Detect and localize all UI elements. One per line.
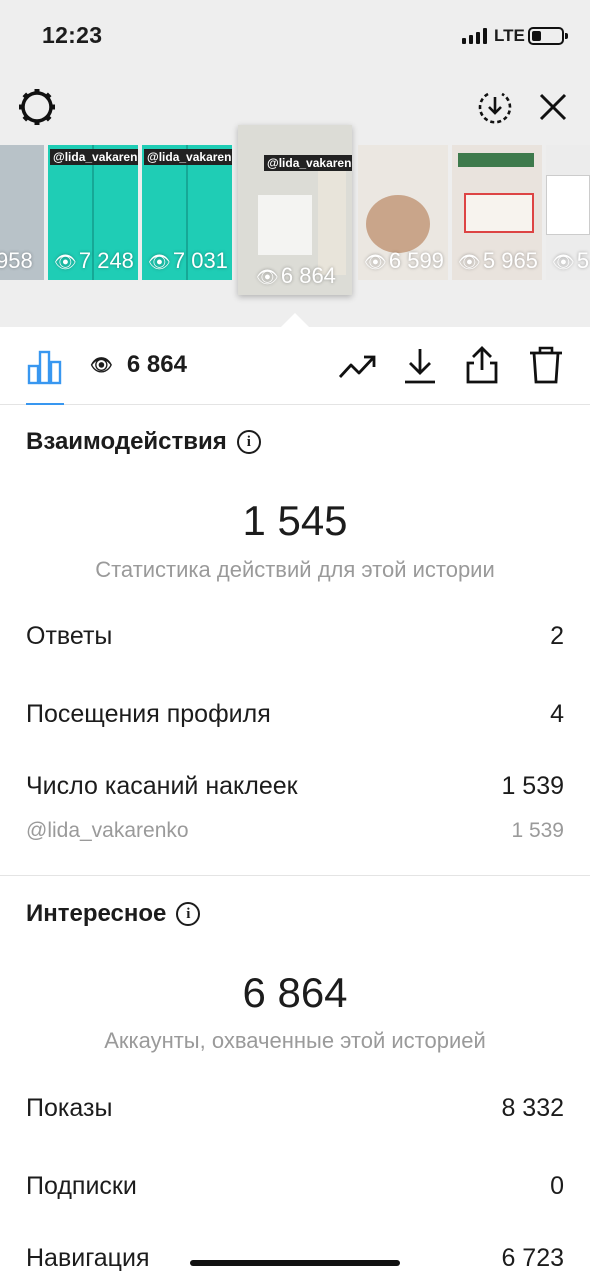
thumbnail-handle: @lida_vakarenko [50,149,138,165]
status-time: 12:23 [42,22,103,48]
stat-label: Ответы [26,622,113,650]
thumbnail-views: 958 [0,248,33,273]
thumbnail-views: 👁6 864 [256,263,336,288]
stat-row-impressions: Показы 8 332 [26,1094,564,1123]
selected-pointer [281,313,309,327]
status-bar: 12:23 LTE [0,0,590,72]
stat-row-follows: Подписки 0 [26,1172,564,1201]
eye-icon: 👁 [90,354,113,375]
stat-value: 6 723 [501,1244,564,1272]
story-thumbnail[interactable]: @lida_vakarenko 👁7 248 [48,145,138,280]
close-icon [539,93,567,121]
stat-label: @lida_vakarenko [26,819,189,842]
story-thumbnail[interactable]: @lida_vakarenko 👁7 031 [142,145,232,280]
thumbnail-views: 👁5 965 [458,248,538,273]
thumbnail-views: 👁6 599 [364,248,444,273]
interactions-caption: Статистика действий для этой истории [95,557,495,582]
stat-row-mention-sticker: @lida_vakarenko 1 539 [26,819,564,843]
delete-button[interactable] [526,343,566,387]
thumbnail-handle: @lida_vakarenko [264,155,352,171]
stat-value: 1 539 [501,772,564,800]
interactions-total: 1 545 [242,497,348,544]
thumbnail-views: 👁5 [552,248,590,273]
stat-value: 2 [550,622,564,650]
story-thumbnail-selected[interactable]: @lida_vakarenko 👁6 864 [238,125,352,295]
stat-value: 4 [550,700,564,728]
info-icon[interactable]: i [176,902,201,926]
stat-label: Подписки [26,1172,137,1200]
gear-icon [19,89,55,125]
stat-label: Число касаний наклеек [26,772,298,800]
insights-toolbar: 👁 6 864 [0,327,590,405]
close-button[interactable] [532,86,574,128]
stat-value: 0 [550,1172,564,1200]
download-icon [405,349,435,384]
thumbnail-handle: @lida_vakarenko [144,149,232,165]
promote-button[interactable] [336,347,380,387]
thumbnail-views: 👁7 031 [148,248,228,273]
stat-row-profile-visits: Посещения профиля 4 [26,700,564,729]
story-thumbnail[interactable]: 👁5 965 [452,145,542,280]
stat-label: Посещения профиля [26,700,271,728]
save-story-button[interactable] [474,86,516,128]
story-thumbnail[interactable]: 👁5 [546,145,590,280]
story-views-value: 6 864 [126,351,187,378]
stat-value: 1 539 [511,819,564,842]
stat-label: Показы [26,1094,113,1122]
stat-label: Навигация [26,1244,150,1272]
share-button[interactable] [462,343,502,387]
section-divider [0,875,590,876]
signal-icon [462,28,487,44]
discovery-total: 6 864 [242,969,348,1016]
stat-row-navigation: Навигация 6 723 [26,1244,564,1273]
bar-chart-icon [27,350,62,385]
network-label: LTE [494,26,525,45]
discovery-title: Интересное i [26,900,201,928]
download-button[interactable] [400,345,440,387]
active-tab-indicator [26,403,64,405]
home-indicator[interactable] [190,1260,400,1266]
story-thumbnail[interactable]: 958 [0,145,44,280]
thumbnail-views: 👁7 248 [54,248,134,273]
trash-icon [530,346,562,384]
stat-row-sticker-taps: Число касаний наклеек 1 539 [26,772,564,801]
story-thumbnail-strip[interactable]: 958 @lida_vakarenko 👁7 248 @lida_vakaren… [0,125,590,300]
interactions-title: Взаимодействия i [26,428,261,456]
story-views-count: 👁 6 864 [90,351,187,379]
story-thumbnail[interactable]: 👁6 599 [358,145,448,280]
settings-gear-button[interactable] [16,86,58,128]
tab-insights[interactable] [24,345,66,389]
battery-icon [528,27,568,45]
share-icon [466,346,498,384]
download-circle-icon [478,92,512,124]
trending-up-icon [338,355,376,378]
info-icon[interactable]: i [236,430,261,454]
stat-row-replies: Ответы 2 [26,622,564,651]
stat-value: 8 332 [501,1094,564,1122]
discovery-caption: Аккаунты, охваченные этой историей [104,1028,486,1053]
